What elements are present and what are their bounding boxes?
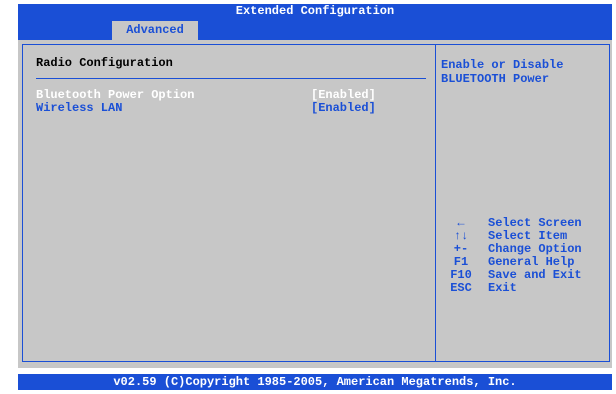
copyright-text: v02.59 (C)Copyright 1985-2005, American … <box>113 375 517 389</box>
copyright-bar: v02.59 (C)Copyright 1985-2005, American … <box>18 374 612 390</box>
tab-strip: Advanced <box>18 19 612 40</box>
settings-panel: Radio Configuration Bluetooth Power Opti… <box>18 40 612 368</box>
key-desc: Exit <box>488 281 517 295</box>
section-title: Radio Configuration <box>36 56 173 70</box>
key-esc: ESC <box>450 281 472 295</box>
bios-title: Extended Configuration <box>235 4 395 18</box>
key-legend: ← Select Screen ↑↓ Select Item +- Change… <box>443 217 608 295</box>
wireless-lan-label: Wireless LAN <box>36 101 123 115</box>
bluetooth-power-option-label: Bluetooth Power Option <box>36 88 195 102</box>
key-row: ESC Exit <box>443 282 608 295</box>
tab-advanced[interactable]: Advanced <box>112 21 198 40</box>
panel-frame: Radio Configuration Bluetooth Power Opti… <box>22 44 610 362</box>
help-text: Enable or Disable BLUETOOTH Power <box>441 58 564 86</box>
wireless-lan-value[interactable]: [Enabled] <box>311 101 376 115</box>
section-rule <box>36 78 426 79</box>
panel-divider <box>435 45 436 361</box>
bluetooth-power-option-value[interactable]: [Enabled] <box>311 88 376 102</box>
bios-title-bar: Extended Configuration <box>18 4 612 19</box>
